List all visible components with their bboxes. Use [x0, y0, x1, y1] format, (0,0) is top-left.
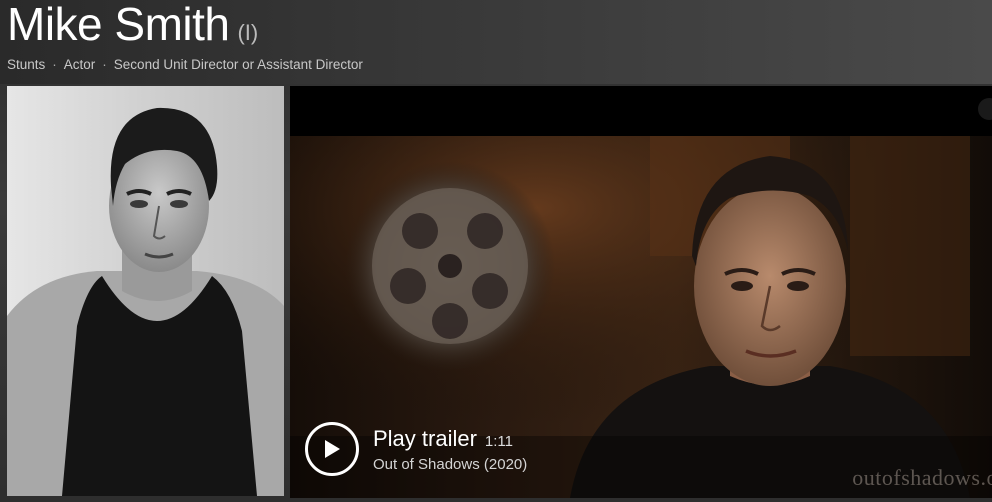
video-corner-control: [978, 98, 992, 120]
play-line: Play trailer 1:11: [373, 426, 527, 452]
role-second-unit-director: Second Unit Director or Assistant Direct…: [113, 57, 363, 72]
play-trailer-label[interactable]: Play trailer: [373, 426, 477, 452]
play-info: Play trailer 1:11 Out of Shadows (2020): [373, 426, 527, 473]
trailer-watermark: outofshadows.o: [852, 465, 992, 490]
profile-photo[interactable]: [7, 86, 284, 496]
play-icon: [325, 440, 340, 458]
role-actor: Actor: [63, 57, 96, 72]
roles-list: Stunts · Actor · Second Unit Director or…: [7, 57, 363, 72]
person-name: Mike Smith: [7, 0, 230, 50]
role-stunts: Stunts: [7, 57, 46, 72]
name-disambiguator: (I): [237, 20, 259, 45]
play-button[interactable]: [305, 422, 359, 476]
name-row: Mike Smith (I): [7, 0, 258, 50]
trailer-duration: 1:11: [484, 432, 514, 450]
play-trailer-control[interactable]: Play trailer 1:11 Out of Shadows (2020): [305, 422, 527, 476]
page-header: Mike Smith (I) Stunts · Actor · Second U…: [0, 0, 992, 84]
profile-photo-image: [7, 86, 284, 496]
trailer-player[interactable]: outofshadows.o Play trailer 1:11 Out of …: [290, 86, 992, 498]
role-separator: ·: [102, 57, 107, 72]
role-separator: ·: [52, 57, 57, 72]
trailer-title[interactable]: Out of Shadows (2020): [373, 456, 527, 473]
